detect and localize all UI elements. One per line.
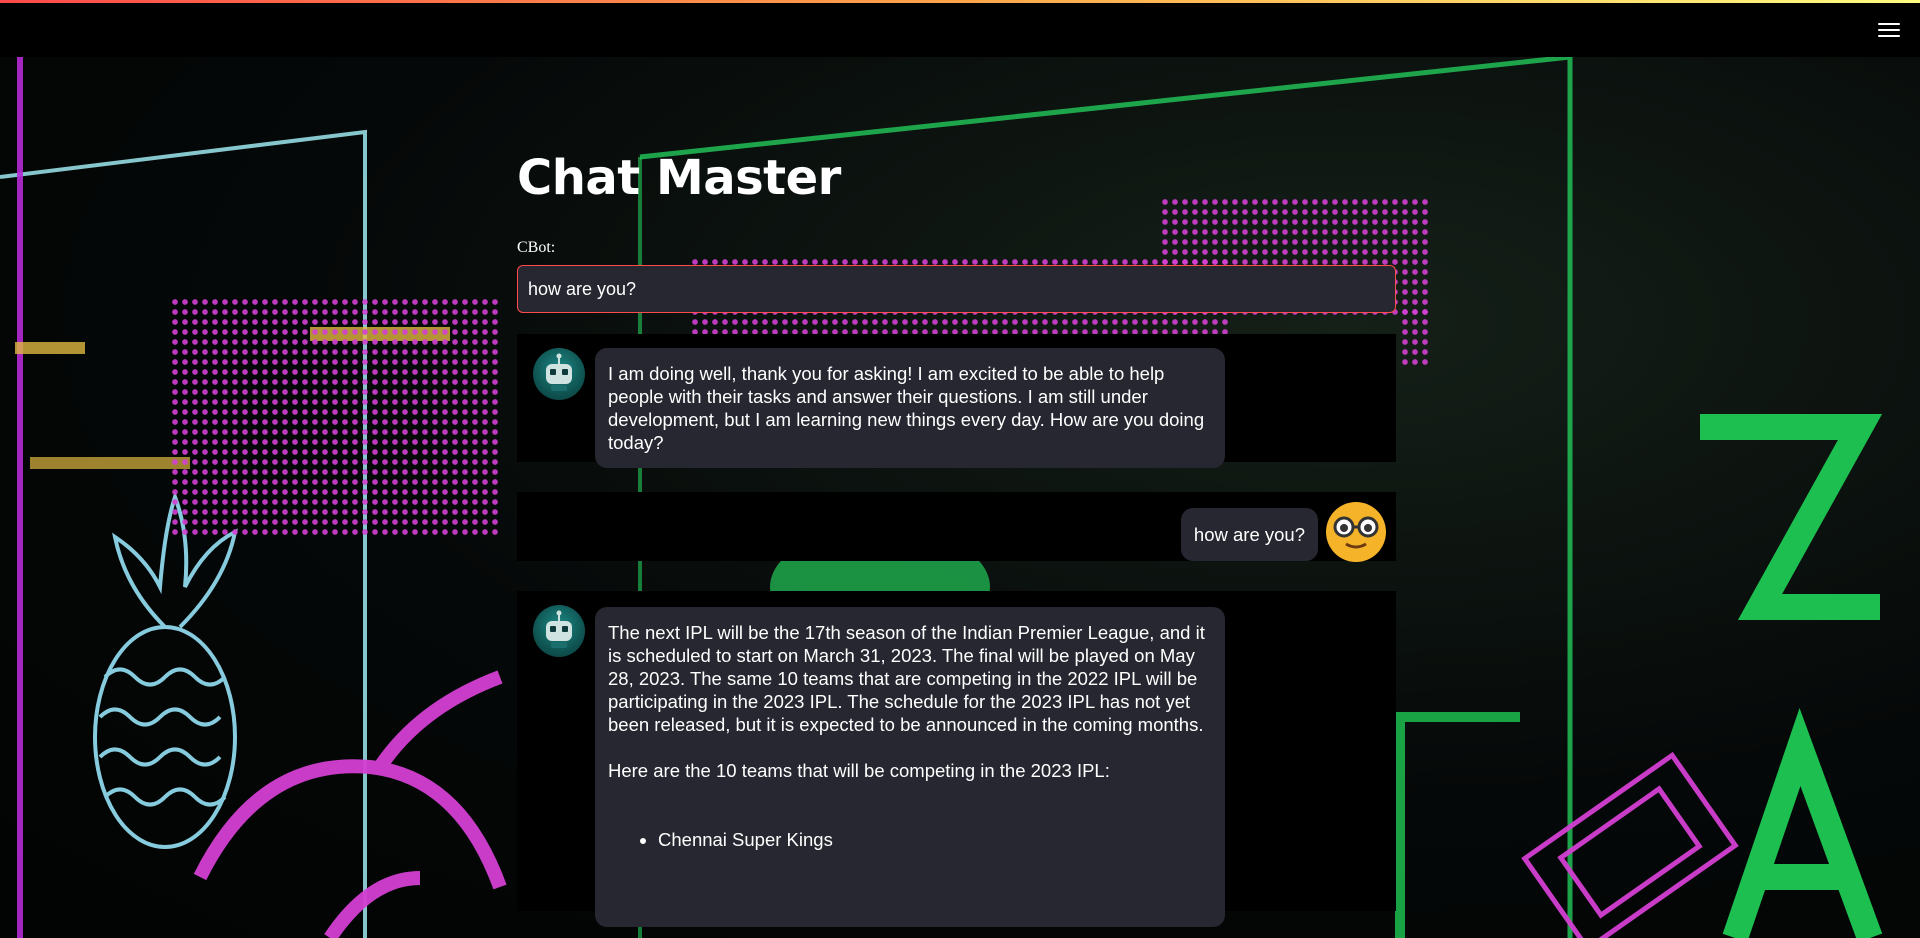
page-title: Chat Master bbox=[517, 150, 841, 206]
team-list: Chennai Super Kings bbox=[608, 828, 1212, 851]
hamburger-menu-icon[interactable] bbox=[1878, 23, 1900, 39]
bot-message-paragraph: Here are the 10 teams that will be compe… bbox=[608, 760, 1110, 781]
chat-input-label: CBot: bbox=[517, 239, 556, 256]
bot-message-bubble: The next IPL will be the 17th season of … bbox=[595, 607, 1225, 927]
bot-message-paragraph: The next IPL will be the 17th season of … bbox=[608, 622, 1205, 735]
bot-message-row: The next IPL will be the 17th season of … bbox=[517, 591, 1396, 927]
robot-icon bbox=[533, 605, 585, 657]
bot-message-bubble: I am doing well, thank you for asking! I… bbox=[595, 348, 1225, 468]
bot-message-row: I am doing well, thank you for asking! I… bbox=[517, 334, 1396, 468]
robot-icon bbox=[533, 348, 585, 400]
main-content: Chat Master CBot: I am doing well, thank… bbox=[517, 57, 1396, 927]
app-header bbox=[0, 3, 1920, 57]
list-item: Chennai Super Kings bbox=[658, 828, 1212, 851]
user-message-bubble: how are you? bbox=[1180, 508, 1318, 561]
user-message-text: how are you? bbox=[1193, 524, 1305, 545]
bot-message-text: I am doing well, thank you for asking! I… bbox=[608, 363, 1205, 453]
chat-input[interactable] bbox=[517, 265, 1396, 313]
user-message-row: how are you? bbox=[517, 492, 1396, 562]
nerd-face-icon bbox=[1326, 502, 1386, 562]
